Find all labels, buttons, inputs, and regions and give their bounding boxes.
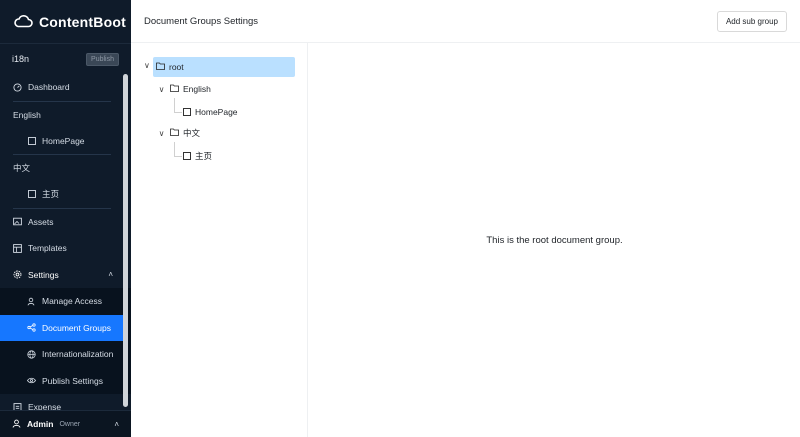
tree-connector	[174, 142, 175, 156]
sidebar-item-label: Dashboard	[28, 82, 70, 93]
dashboard-icon	[13, 83, 22, 92]
brand[interactable]: ContentBoot	[0, 0, 131, 43]
project-name: i18n	[12, 54, 30, 64]
brand-name: ContentBoot	[39, 13, 126, 30]
sidebar-item-english-homepage[interactable]: HomePage	[0, 128, 131, 155]
document-icon	[183, 152, 191, 160]
sidebar-group-chinese: 中文	[13, 163, 31, 173]
add-sub-group-button[interactable]: Add sub group	[716, 10, 787, 32]
image-icon	[13, 217, 22, 226]
user-icon	[12, 419, 21, 430]
tree-connector	[174, 98, 175, 112]
document-icon	[27, 190, 36, 199]
group-detail-panel: This is the root document group.	[309, 43, 800, 437]
sidebar-item-settings[interactable]: Settings ˄	[0, 262, 131, 289]
document-group-tree: ∨ root ∨ English HomePage ∨ 中文 主页	[131, 43, 308, 437]
tree-node-english-homepage[interactable]: HomePage	[183, 102, 238, 122]
tree-connector	[174, 112, 182, 113]
chevron-down-icon[interactable]: ∨	[157, 129, 166, 138]
document-icon	[27, 136, 36, 145]
page-title: Document Groups Settings	[144, 15, 259, 27]
sidebar-item-label: Manage Access	[42, 296, 103, 307]
tree-node-english[interactable]: ∨ English	[157, 79, 211, 99]
sidebar-item-label: HomePage	[42, 135, 85, 146]
sidebar-item-assets[interactable]: Assets	[0, 209, 131, 236]
tree-node-chinese[interactable]: ∨ 中文	[157, 123, 200, 143]
cloud-logo-icon	[13, 14, 33, 30]
sidebar-item-label: Internationalization	[42, 349, 114, 360]
sidebar-item-document-groups[interactable]: Document Groups	[0, 314, 123, 341]
tree-node-chinese-homepage[interactable]: 主页	[183, 146, 212, 166]
sidebar-item-dashboard[interactable]: Dashboard	[0, 74, 131, 101]
tree-node-root[interactable]: root	[153, 57, 295, 77]
tree-node-label: HomePage	[195, 107, 238, 117]
sidebar-item-templates[interactable]: Templates	[0, 235, 131, 262]
sidebar-nav: Dashboard English HomePage 中文 主页 Assets …	[0, 74, 131, 421]
sidebar-item-publish-settings[interactable]: Publish Settings	[0, 368, 131, 395]
chevron-down-icon[interactable]: ∨	[157, 85, 166, 94]
folder-icon	[170, 84, 179, 94]
group-description: This is the root document group.	[486, 234, 623, 246]
publish-button[interactable]: Publish	[86, 52, 119, 66]
tree-node-label: 主页	[195, 151, 213, 161]
share-nodes-icon	[27, 323, 36, 332]
chevron-down-icon[interactable]: ∨	[144, 61, 150, 70]
sidebar-item-label: Settings	[28, 269, 59, 280]
sidebar-item-chinese-homepage[interactable]: 主页	[0, 181, 131, 208]
template-icon	[13, 243, 22, 253]
tree-node-label: English	[183, 84, 211, 94]
document-icon	[183, 108, 191, 116]
sidebar-item-internationalization[interactable]: Internationalization	[0, 341, 131, 368]
chevron-up-icon: ˄	[114, 419, 119, 429]
folder-icon	[156, 62, 165, 72]
sidebar: ContentBoot i18n Publish Dashboard Engli…	[0, 0, 131, 437]
gear-icon	[13, 270, 22, 279]
sidebar-item-manage-access[interactable]: Manage Access	[0, 288, 131, 315]
sidebar-item-label: Templates	[28, 243, 67, 254]
settings-submenu: Manage Access Document Groups Internatio…	[0, 288, 131, 394]
tree-node-label: 中文	[183, 128, 201, 138]
sidebar-item-label: Document Groups	[42, 322, 111, 333]
folder-icon	[170, 128, 179, 138]
eye-icon	[27, 376, 36, 385]
sidebar-item-label: Publish Settings	[42, 375, 103, 386]
sidebar-item-label: Assets	[28, 216, 54, 227]
project-bar: i18n Publish	[0, 43, 131, 74]
tree-node-label: root	[169, 62, 184, 72]
globe-icon	[27, 350, 36, 359]
sidebar-group-english: English	[13, 109, 41, 120]
user-role: Owner	[59, 420, 81, 428]
user-menu[interactable]: Admin Owner ˄	[0, 410, 131, 437]
user-icon	[27, 297, 36, 306]
page-header: Document Groups Settings Add sub group	[131, 0, 800, 43]
user-name: Admin	[27, 419, 54, 429]
sidebar-item-label: 主页	[42, 189, 60, 200]
sidebar-scrollbar[interactable]	[123, 74, 128, 407]
chevron-up-icon: ˄	[108, 270, 113, 280]
tree-connector	[174, 156, 182, 157]
